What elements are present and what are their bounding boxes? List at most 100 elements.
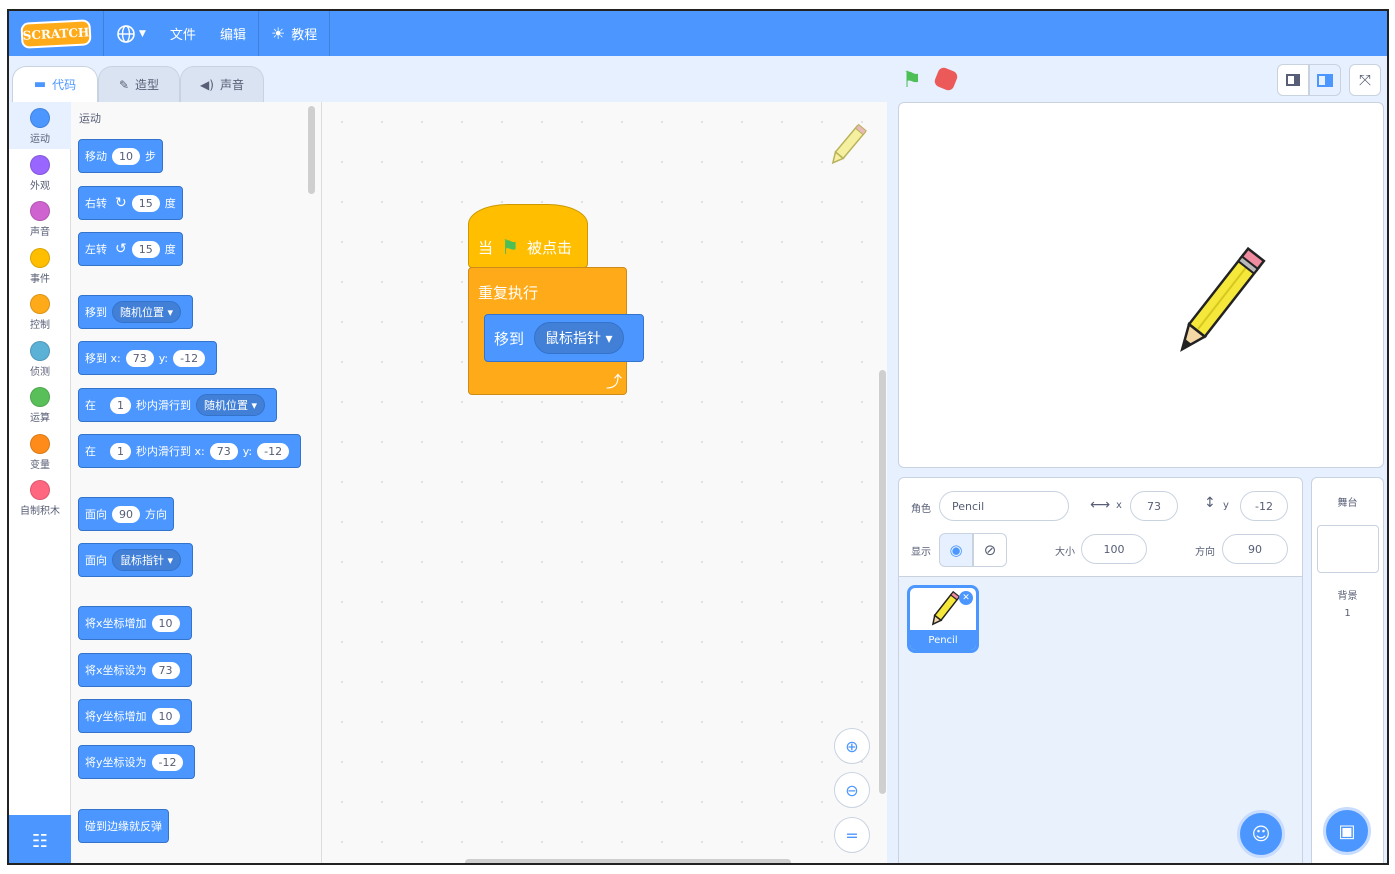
dy-input[interactable]: 10 bbox=[151, 707, 180, 725]
sprite-thumbnail-pencil[interactable]: ✕ Pencil bbox=[907, 585, 979, 653]
block-palette: 运动 移动 10 步 右转 ↻ 15 度 左转 ↺ 15 度 移到 随机位置 ▾ 移到 x: 73 y… bbox=[71, 102, 322, 863]
large-stage-button[interactable] bbox=[1309, 64, 1341, 96]
category-operators[interactable]: 运算 bbox=[9, 387, 71, 424]
script-goto-block[interactable]: 移到 鼠标指针 ▾ bbox=[484, 314, 644, 362]
block-set-y[interactable]: 将y坐标设为 -12 bbox=[78, 745, 196, 779]
category-events[interactable]: 事件 bbox=[9, 248, 71, 285]
speaker-icon: ◀) bbox=[200, 77, 214, 92]
palette-scrollbar[interactable] bbox=[308, 106, 315, 194]
block-turn-right[interactable]: 右转 ↻ 15 度 bbox=[78, 186, 183, 220]
edit-menu[interactable]: 编辑 bbox=[208, 11, 258, 56]
block-point-towards[interactable]: 面向 鼠标指针 ▾ bbox=[78, 543, 194, 577]
category-control[interactable]: 控制 bbox=[9, 294, 71, 331]
block-glide[interactable]: 在 1 秒内滑行到 随机位置 ▾ bbox=[78, 388, 278, 422]
variables-dot-icon bbox=[30, 434, 50, 454]
green-flag-button[interactable]: ⚑ bbox=[902, 68, 922, 93]
language-menu[interactable]: ▼ bbox=[104, 11, 158, 56]
forever-label: 重复执行 bbox=[478, 284, 539, 302]
goto-dropdown[interactable]: 随机位置 ▾ bbox=[112, 301, 182, 323]
hide-sprite-button[interactable]: ⊘ bbox=[973, 533, 1007, 567]
block-glide-xy[interactable]: 在 1 秒内滑行到 x: 73 y: -12 bbox=[78, 434, 302, 468]
tab-costumes[interactable]: ✎ 造型 bbox=[98, 66, 180, 102]
block-move-steps[interactable]: 移动 10 步 bbox=[78, 139, 163, 173]
y-input[interactable]: -12 bbox=[173, 349, 206, 367]
stage-selector-panel[interactable]: 舞台 背景 1 ▣ bbox=[1311, 477, 1384, 863]
zoom-in-button[interactable]: ⊕ bbox=[834, 728, 870, 764]
y-input[interactable]: -12 bbox=[257, 442, 290, 460]
towards-dropdown[interactable]: 鼠标指针 ▾ bbox=[112, 549, 182, 571]
backdrops-count: 1 bbox=[1344, 608, 1351, 619]
green-flag-icon: ⚑ bbox=[501, 235, 519, 259]
when-flag-clicked-block[interactable]: 当 ⚑ 被点击 bbox=[468, 204, 588, 268]
x-input[interactable]: 73 bbox=[151, 661, 180, 679]
block-bounce[interactable]: 碰到边缘就反弹 bbox=[78, 809, 169, 843]
category-looks[interactable]: 外观 bbox=[9, 155, 71, 192]
globe-icon bbox=[117, 24, 135, 43]
seconds-input[interactable]: 1 bbox=[110, 396, 131, 414]
palette-heading: 运动 bbox=[79, 112, 101, 125]
category-variables[interactable]: 变量 bbox=[9, 434, 71, 471]
sprite-name-input[interactable]: Pencil bbox=[939, 491, 1069, 521]
choose-backdrop-button[interactable]: ▣ bbox=[1323, 807, 1371, 855]
delete-sprite-button[interactable]: ✕ bbox=[959, 591, 973, 605]
block-turn-left[interactable]: 左转 ↺ 15 度 bbox=[78, 232, 183, 266]
degrees-input[interactable]: 15 bbox=[131, 240, 160, 258]
stage-canvas[interactable] bbox=[898, 102, 1384, 468]
category-label: 运动 bbox=[30, 134, 50, 145]
extension-icon: ☷ bbox=[31, 830, 49, 852]
x-position-input[interactable]: 73 bbox=[1130, 491, 1178, 521]
show-sprite-button[interactable]: ◉ bbox=[939, 533, 973, 567]
x-input[interactable]: 73 bbox=[125, 349, 154, 367]
code-icon: ▬ bbox=[33, 77, 47, 92]
size-input[interactable]: 100 bbox=[1081, 534, 1147, 564]
rotate-right-icon: ↻ bbox=[115, 195, 127, 211]
steps-input[interactable]: 10 bbox=[112, 147, 140, 165]
zoom-out-button[interactable]: ⊖ bbox=[834, 772, 870, 808]
add-extension-button[interactable]: ☷ bbox=[9, 815, 71, 863]
dx-input[interactable]: 10 bbox=[151, 614, 180, 632]
tab-code[interactable]: ▬ 代码 bbox=[12, 66, 98, 102]
tab-sounds[interactable]: ◀) 声音 bbox=[180, 66, 264, 102]
category-my-blocks[interactable]: 自制积木 bbox=[9, 480, 71, 517]
category-sound[interactable]: 声音 bbox=[9, 201, 71, 238]
y-input[interactable]: -12 bbox=[151, 753, 184, 771]
stage-thumbnail[interactable] bbox=[1317, 525, 1379, 573]
category-menu: 运动 外观 声音 事件 控制 侦测 运算 变量 自制积木 ☷ bbox=[9, 102, 71, 863]
zoom-reset-button[interactable]: = bbox=[834, 817, 870, 853]
category-label: 声音 bbox=[30, 227, 50, 238]
block-change-y[interactable]: 将y坐标增加 10 bbox=[78, 699, 192, 733]
block-point-direction[interactable]: 面向 90 方向 bbox=[78, 497, 174, 531]
category-motion[interactable]: 运动 bbox=[9, 108, 71, 145]
sprite-list: ✕ Pencil ☺ bbox=[898, 577, 1303, 863]
direction-input[interactable]: 90 bbox=[1222, 534, 1288, 564]
goto-target-dropdown[interactable]: 鼠标指针 ▾ bbox=[534, 322, 624, 354]
category-label: 变量 bbox=[30, 460, 50, 471]
stop-button[interactable] bbox=[932, 65, 960, 93]
control-dot-icon bbox=[30, 294, 50, 314]
y-arrow-icon: ↕ bbox=[1204, 495, 1216, 511]
pencil-thumbnail-icon bbox=[931, 590, 961, 626]
pencil-sprite[interactable] bbox=[1161, 241, 1271, 371]
file-menu[interactable]: 文件 bbox=[158, 11, 208, 56]
rotate-left-icon: ↺ bbox=[115, 241, 127, 257]
block-change-x[interactable]: 将x坐标增加 10 bbox=[78, 606, 192, 640]
fullscreen-button[interactable]: ⤧ bbox=[1349, 64, 1381, 96]
zoom-out-icon: ⊖ bbox=[845, 780, 859, 800]
script-area[interactable]: 当 ⚑ 被点击 重复执行 ⤴ 移到 鼠标指针 ▾ ⊕ ⊖ = bbox=[322, 102, 887, 863]
category-sensing[interactable]: 侦测 bbox=[9, 341, 71, 378]
direction-input[interactable]: 90 bbox=[112, 505, 140, 523]
choose-sprite-button[interactable]: ☺ bbox=[1237, 810, 1285, 858]
x-input[interactable]: 73 bbox=[209, 442, 238, 460]
small-stage-button[interactable] bbox=[1277, 64, 1309, 96]
seconds-input[interactable]: 1 bbox=[110, 442, 131, 460]
script-horizontal-scrollbar[interactable] bbox=[465, 859, 791, 863]
script-vertical-scrollbar[interactable] bbox=[879, 370, 886, 794]
degrees-input[interactable]: 15 bbox=[131, 194, 160, 212]
y-position-input[interactable]: -12 bbox=[1240, 491, 1288, 521]
block-set-x[interactable]: 将x坐标设为 73 bbox=[78, 653, 192, 687]
block-goto-xy[interactable]: 移到 x: 73 y: -12 bbox=[78, 341, 218, 375]
glide-dropdown[interactable]: 随机位置 ▾ bbox=[196, 394, 266, 416]
scratch-logo[interactable]: SCRATCH bbox=[20, 18, 92, 49]
tutorials-menu[interactable]: ☀ 教程 bbox=[259, 11, 329, 56]
block-goto[interactable]: 移到 随机位置 ▾ bbox=[78, 295, 194, 329]
